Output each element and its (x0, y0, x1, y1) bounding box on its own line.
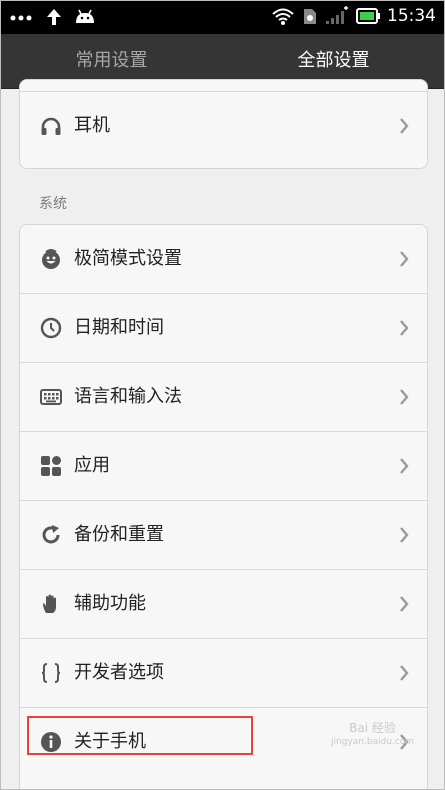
hand-icon (43, 594, 56, 613)
settings-item-label: 关于手机 (74, 731, 146, 752)
status-left-icons (9, 7, 97, 27)
settings-item-headphones[interactable]: 耳机 (20, 92, 427, 160)
apps-grid-icon (41, 456, 61, 476)
settings-item-label: 备份和重置 (74, 524, 164, 545)
phone-screen: 15:34 常用设置 全部设置 耳机 系统 极简模式设置 日期和时间 语言和输入… (0, 0, 445, 790)
settings-item-label: 极简模式设置 (74, 248, 182, 269)
smiley-icon (42, 249, 60, 269)
settings-list: 耳机 系统 极简模式设置 日期和时间 语言和输入法 应用 备份和重置 辅助功能 … (1, 79, 444, 789)
previous-row-edge (20, 80, 427, 92)
settings-item-label: 应用 (74, 455, 110, 476)
settings-item-label: 语言和输入法 (74, 386, 182, 407)
more-dots-icon (10, 15, 32, 21)
settings-item-accessibility[interactable]: 辅助功能 (20, 570, 427, 639)
chevron-right-icon (400, 389, 409, 405)
status-bar: 15:34 (1, 1, 444, 34)
keyboard-icon (40, 389, 62, 405)
settings-item-backup-reset[interactable]: 备份和重置 (20, 501, 427, 570)
settings-item-apps[interactable]: 应用 (20, 432, 427, 501)
chevron-right-icon (400, 251, 409, 267)
chevron-right-icon (400, 665, 409, 681)
baidu-watermark: Bai 经验 jingyan.baidu.com (331, 721, 414, 749)
headphones-icon (41, 117, 61, 135)
upload-arrow-icon (47, 9, 61, 25)
chevron-right-icon (400, 527, 409, 543)
android-robot-icon (76, 9, 94, 23)
settings-item-label: 日期和时间 (74, 317, 164, 338)
settings-item-language-input[interactable]: 语言和输入法 (20, 363, 427, 432)
settings-item-label: 开发者选项 (74, 662, 164, 683)
chevron-right-icon (400, 458, 409, 474)
chevron-right-icon (400, 118, 409, 134)
wifi-icon (272, 8, 294, 25)
settings-item-label: 耳机 (74, 115, 110, 136)
signal-icon (326, 6, 348, 24)
chevron-right-icon (400, 320, 409, 336)
settings-item-label: 辅助功能 (74, 593, 146, 614)
status-right-icons: 15:34 (271, 6, 436, 26)
watermark-line1: Bai 经验 (349, 721, 396, 735)
info-icon (41, 732, 61, 752)
settings-item-developer-options[interactable]: 开发者选项 (20, 639, 427, 708)
settings-item-simple-mode[interactable]: 极简模式设置 (20, 225, 427, 294)
watermark-line2: jingyan.baidu.com (331, 737, 415, 747)
settings-item-date-time[interactable]: 日期和时间 (20, 294, 427, 363)
braces-icon (41, 663, 61, 683)
sim-card-icon (304, 9, 316, 24)
chevron-right-icon (400, 596, 409, 612)
backup-icon (42, 525, 60, 544)
section-title-system: 系统 (39, 196, 67, 212)
audio-card: 耳机 (19, 79, 428, 169)
status-time: 15:34 (387, 6, 436, 26)
clock-icon (40, 317, 62, 339)
battery-icon (356, 8, 380, 24)
system-card: 极简模式设置 日期和时间 语言和输入法 应用 备份和重置 辅助功能 开发者选项 … (19, 224, 428, 789)
